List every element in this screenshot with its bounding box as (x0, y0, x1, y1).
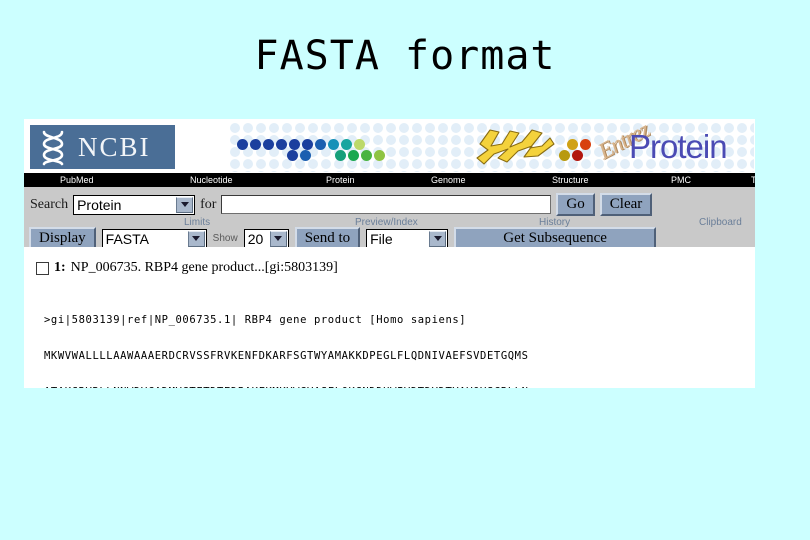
search-toolbar-area: Search Protein for Go Clear Limits Previ… (24, 187, 755, 250)
nav-item-taxonomy[interactable]: T (751, 175, 755, 185)
for-label: for (200, 196, 217, 212)
show-count-select[interactable]: 20 (243, 228, 289, 249)
fasta-sequence-block: >gi|5803139|ref|NP_006735.1| RBP4 gene p… (44, 290, 529, 388)
search-input[interactable] (221, 195, 552, 214)
database-select[interactable]: Protein (73, 194, 196, 215)
browser-screenshot-panel: NCBI Entrez Protein PubMed Nucleotide Pr… (24, 119, 755, 388)
chevron-down-icon (176, 196, 194, 213)
chevron-down-icon (187, 230, 205, 247)
show-count-value: 20 (247, 230, 264, 247)
site-banner: NCBI Entrez Protein (24, 119, 755, 173)
go-button[interactable]: Go (556, 193, 595, 216)
search-row: Search Protein for Go Clear (30, 193, 653, 216)
database-select-value: Protein (77, 196, 122, 213)
fasta-defline: >gi|5803139|ref|NP_006735.1| RBP4 gene p… (44, 314, 467, 326)
format-select[interactable]: FASTA (101, 228, 207, 249)
nav-item-genome[interactable]: Genome (431, 175, 466, 185)
page-title: FASTA format (254, 33, 556, 79)
ncbi-logo-text: NCBI (78, 131, 151, 162)
nav-item-pmc[interactable]: PMC (671, 175, 691, 185)
molecule-balls-warm-lower (559, 150, 583, 161)
nav-item-pubmed[interactable]: PubMed (60, 175, 94, 185)
link-clipboard[interactable]: Clipboard (699, 217, 742, 228)
record-header: 1: NP_006735. RBP4 gene product...[gi:58… (36, 260, 338, 276)
nav-item-protein[interactable]: Protein (326, 175, 355, 185)
site-navbar: PubMed Nucleotide Protein Genome Structu… (24, 173, 755, 187)
clear-button[interactable]: Clear (599, 193, 653, 216)
database-wordmark: Protein (629, 128, 728, 165)
search-label: Search (30, 196, 69, 212)
destination-select-value: File (370, 230, 393, 247)
fasta-sequence-line: ATAKGRVRLLNNWDVCADMVGTFTDTEDPAKFKMKYWGVA… (44, 386, 529, 388)
record-index: 1: (54, 260, 66, 275)
nav-item-structure[interactable]: Structure (552, 175, 589, 185)
record-title[interactable]: NP_006735. RBP4 gene product...[gi:58031… (71, 260, 338, 276)
format-select-value: FASTA (105, 230, 149, 247)
results-area: 1: NP_006735. RBP4 gene product...[gi:58… (24, 247, 755, 388)
molecule-balls-secondary (287, 150, 385, 161)
dna-helix-icon (42, 130, 64, 166)
record-checkbox[interactable] (36, 261, 49, 275)
destination-select[interactable]: File (366, 228, 449, 249)
chevron-down-icon (429, 230, 447, 247)
nav-item-nucleotide[interactable]: Nucleotide (190, 175, 233, 185)
molecule-balls-primary (237, 139, 365, 150)
fasta-sequence-line: MKWVWALLLLAAWAAAERDCRVSSFRVKENFDKARFSGTW… (44, 350, 529, 362)
chevron-down-icon (269, 230, 287, 247)
molecule-balls-warm (567, 139, 591, 150)
banner-artwork: Entrez Protein (229, 122, 754, 172)
protein-ribbon-icon (476, 129, 555, 165)
show-label: Show (212, 233, 238, 244)
ncbi-logo[interactable]: NCBI (30, 125, 175, 169)
